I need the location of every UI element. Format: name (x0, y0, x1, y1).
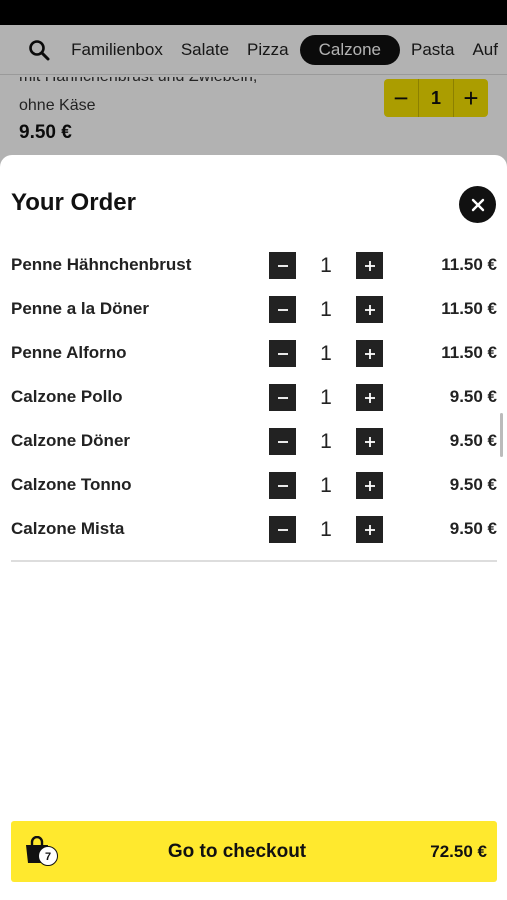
increase-quantity-button[interactable] (356, 296, 383, 323)
order-item-quantity: 1 (320, 474, 332, 497)
order-item-price: 9.50 € (449, 475, 497, 494)
minus-icon (277, 440, 288, 443)
plus-icon (364, 436, 375, 447)
checkout-total: 72.50 € (430, 842, 487, 861)
order-item-quantity: 1 (320, 386, 332, 409)
order-item-price: 11.50 € (441, 255, 497, 274)
plus-icon (364, 304, 375, 315)
order-item-row: Penne Alforno 1 11.50 € (0, 331, 507, 375)
app-screen: Familienbox Salate Pizza Calzone Pasta A… (0, 0, 507, 900)
order-item-name: Calzone Mista (11, 519, 125, 538)
decrease-quantity-button[interactable] (269, 516, 296, 543)
increase-quantity-button[interactable] (356, 384, 383, 411)
minus-icon (277, 396, 288, 399)
order-item-quantity: 1 (320, 518, 332, 541)
order-item-quantity: 1 (320, 298, 332, 321)
order-item-row: Calzone Tonno 1 9.50 € (0, 463, 507, 507)
decrease-quantity-button[interactable] (269, 472, 296, 499)
minus-icon (277, 352, 288, 355)
order-item-price: 9.50 € (449, 431, 497, 450)
increase-quantity-button[interactable] (356, 428, 383, 455)
order-item-row: Calzone Pollo 1 9.50 € (0, 375, 507, 419)
plus-icon (364, 480, 375, 491)
order-item-price: 9.50 € (449, 519, 497, 538)
order-item-row: Penne a la Döner 1 11.50 € (0, 287, 507, 331)
order-item-name: Calzone Döner (11, 431, 131, 450)
close-icon (471, 198, 484, 211)
order-sheet: Your Order Penne Hähnchenbrust 1 11.50 €… (0, 155, 507, 900)
order-item-quantity: 1 (320, 342, 332, 365)
order-item-name: Calzone Pollo (11, 387, 123, 406)
decrease-quantity-button[interactable] (269, 296, 296, 323)
order-item-name: Penne Alforno (11, 343, 127, 362)
order-item-row: Penne Hähnchenbrust 1 11.50 € (0, 243, 507, 287)
order-item-row: Calzone Döner 1 9.50 € (0, 419, 507, 463)
increase-quantity-button[interactable] (356, 252, 383, 279)
order-item-name: Calzone Tonno (11, 475, 132, 494)
order-item-quantity: 1 (320, 254, 332, 277)
checkout-label: Go to checkout (167, 841, 307, 862)
minus-icon (277, 484, 288, 487)
increase-quantity-button[interactable] (356, 472, 383, 499)
close-button[interactable] (459, 186, 496, 223)
order-item-price: 11.50 € (441, 343, 497, 362)
minus-icon (277, 264, 288, 267)
order-item-name: Penne Hähnchenbrust (11, 255, 192, 274)
order-list: Penne Hähnchenbrust 1 11.50 € Penne a la… (0, 243, 507, 551)
plus-icon (364, 524, 375, 535)
status-bar (0, 0, 507, 25)
checkout-button[interactable]: 7 Go to checkout 72.50 € (11, 821, 497, 882)
increase-quantity-button[interactable] (356, 516, 383, 543)
order-item-name: Penne a la Döner (11, 299, 149, 318)
decrease-quantity-button[interactable] (269, 252, 296, 279)
decrease-quantity-button[interactable] (269, 428, 296, 455)
decrease-quantity-button[interactable] (269, 340, 296, 367)
order-item-row: Calzone Mista 1 9.50 € (0, 507, 507, 551)
minus-icon (277, 308, 288, 311)
decrease-quantity-button[interactable] (269, 384, 296, 411)
scrollbar[interactable] (500, 413, 503, 457)
order-title: Your Order (11, 189, 136, 216)
plus-icon (364, 348, 375, 359)
order-divider (11, 560, 497, 562)
order-item-price: 9.50 € (449, 387, 497, 406)
order-item-price: 11.50 € (441, 299, 497, 318)
minus-icon (277, 528, 288, 531)
increase-quantity-button[interactable] (356, 340, 383, 367)
order-item-quantity: 1 (320, 430, 332, 453)
plus-icon (364, 260, 375, 271)
plus-icon (364, 392, 375, 403)
